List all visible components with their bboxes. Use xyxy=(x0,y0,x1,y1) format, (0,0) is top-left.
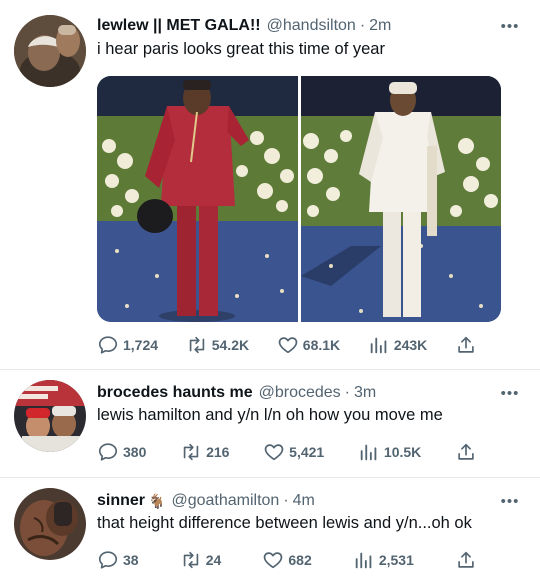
timestamp[interactable]: 3m xyxy=(354,384,376,402)
share-icon xyxy=(455,334,477,356)
reply-count: 38 xyxy=(123,552,139,568)
avatar[interactable] xyxy=(14,488,86,560)
tweet-1[interactable]: lewlew || MET GALA!! @handsilton · 2m ••… xyxy=(0,0,540,368)
heart-icon xyxy=(262,549,284,571)
share-button[interactable] xyxy=(455,334,477,356)
photo-red-suit xyxy=(97,76,298,322)
reply-count: 380 xyxy=(123,444,147,460)
tweet-actions: 38 24 682 2,531 xyxy=(97,548,477,572)
more-options-icon[interactable]: ••• xyxy=(498,491,522,511)
heart-icon xyxy=(277,334,299,356)
share-button[interactable] xyxy=(455,441,477,463)
heart-icon xyxy=(263,441,285,463)
tweet-3[interactable]: sinner 🐐 @goathamilton · 4m ••• that hei… xyxy=(0,478,540,587)
tweet-text: lewis hamilton and y/n l/n oh how you mo… xyxy=(97,406,443,424)
tweet-actions: 380 216 5,421 10.5K xyxy=(97,440,477,464)
like-button[interactable]: 68.1K xyxy=(277,334,340,356)
separator-dot: · xyxy=(283,492,289,509)
views-icon xyxy=(353,549,375,571)
views-icon xyxy=(368,334,390,356)
reply-button[interactable]: 1,724 xyxy=(97,334,158,356)
separator-dot: · xyxy=(344,384,350,401)
tweet-actions: 1,724 54.2K 68.1K 243K xyxy=(97,333,477,357)
like-count: 68.1K xyxy=(302,337,341,353)
retweet-button[interactable]: 216 xyxy=(180,441,229,463)
timestamp[interactable]: 4m xyxy=(293,492,315,510)
share-icon xyxy=(455,441,477,463)
views-button[interactable]: 2,531 xyxy=(353,549,414,571)
reply-button[interactable]: 380 xyxy=(97,441,146,463)
avatar[interactable] xyxy=(14,380,86,452)
share-icon xyxy=(455,549,477,571)
tweet-text: that height difference between lewis and… xyxy=(97,514,472,532)
reply-icon xyxy=(97,549,119,571)
tweet-header: lewlew || MET GALA!! @handsilton · 2m xyxy=(97,15,500,37)
user-handle[interactable]: @handsilton xyxy=(267,17,356,35)
reply-icon xyxy=(97,334,119,356)
avatar-photo xyxy=(14,380,86,452)
user-handle[interactable]: @brocedes xyxy=(259,384,341,402)
tweet-text: i hear paris looks great this time of ye… xyxy=(97,40,385,58)
views-button[interactable]: 10.5K xyxy=(358,441,421,463)
retweet-count: 54.2K xyxy=(211,337,250,353)
view-count: 243K xyxy=(393,337,428,353)
media-photo-left[interactable] xyxy=(97,76,298,322)
retweet-icon xyxy=(180,549,202,571)
display-name[interactable]: brocedes haunts me xyxy=(97,384,253,402)
like-button[interactable]: 682 xyxy=(262,549,312,571)
retweet-count: 24 xyxy=(205,552,222,568)
views-icon xyxy=(358,441,380,463)
retweet-button[interactable]: 24 xyxy=(180,549,222,571)
retweet-icon xyxy=(180,441,202,463)
retweet-count: 216 xyxy=(206,444,230,460)
like-count: 5,421 xyxy=(289,444,325,460)
like-button[interactable]: 5,421 xyxy=(263,441,324,463)
reply-button[interactable]: 38 xyxy=(97,549,139,571)
goat-emoji-icon: 🐐 xyxy=(148,492,166,509)
avatar-photo xyxy=(14,488,86,560)
retweet-button[interactable]: 54.2K xyxy=(186,334,249,356)
more-options-icon[interactable]: ••• xyxy=(498,16,522,36)
photo-white-suit xyxy=(300,76,501,322)
display-name[interactable]: lewlew || MET GALA!! xyxy=(97,17,261,35)
avatar[interactable] xyxy=(14,15,86,87)
views-button[interactable]: 243K xyxy=(368,334,427,356)
like-count: 682 xyxy=(288,552,312,568)
tweet-2[interactable]: brocedes haunts me @brocedes · 3m ••• le… xyxy=(0,370,540,476)
reply-icon xyxy=(97,441,119,463)
more-options-icon[interactable]: ••• xyxy=(498,383,522,403)
tweet-header: sinner 🐐 @goathamilton · 4m xyxy=(97,490,500,512)
view-count: 10.5K xyxy=(383,444,422,460)
tweet-header: brocedes haunts me @brocedes · 3m xyxy=(97,382,500,404)
separator-dot: · xyxy=(359,17,366,34)
user-handle[interactable]: @goathamilton xyxy=(171,492,279,510)
timestamp[interactable]: 2m xyxy=(369,17,391,35)
avatar-photo xyxy=(14,15,86,87)
share-button[interactable] xyxy=(455,549,477,571)
view-count: 2,531 xyxy=(378,552,414,568)
retweet-icon xyxy=(186,334,208,356)
tweet-media[interactable] xyxy=(97,76,501,322)
reply-count: 1,724 xyxy=(123,337,159,353)
media-photo-right[interactable] xyxy=(300,76,502,322)
display-name[interactable]: sinner xyxy=(97,492,145,510)
